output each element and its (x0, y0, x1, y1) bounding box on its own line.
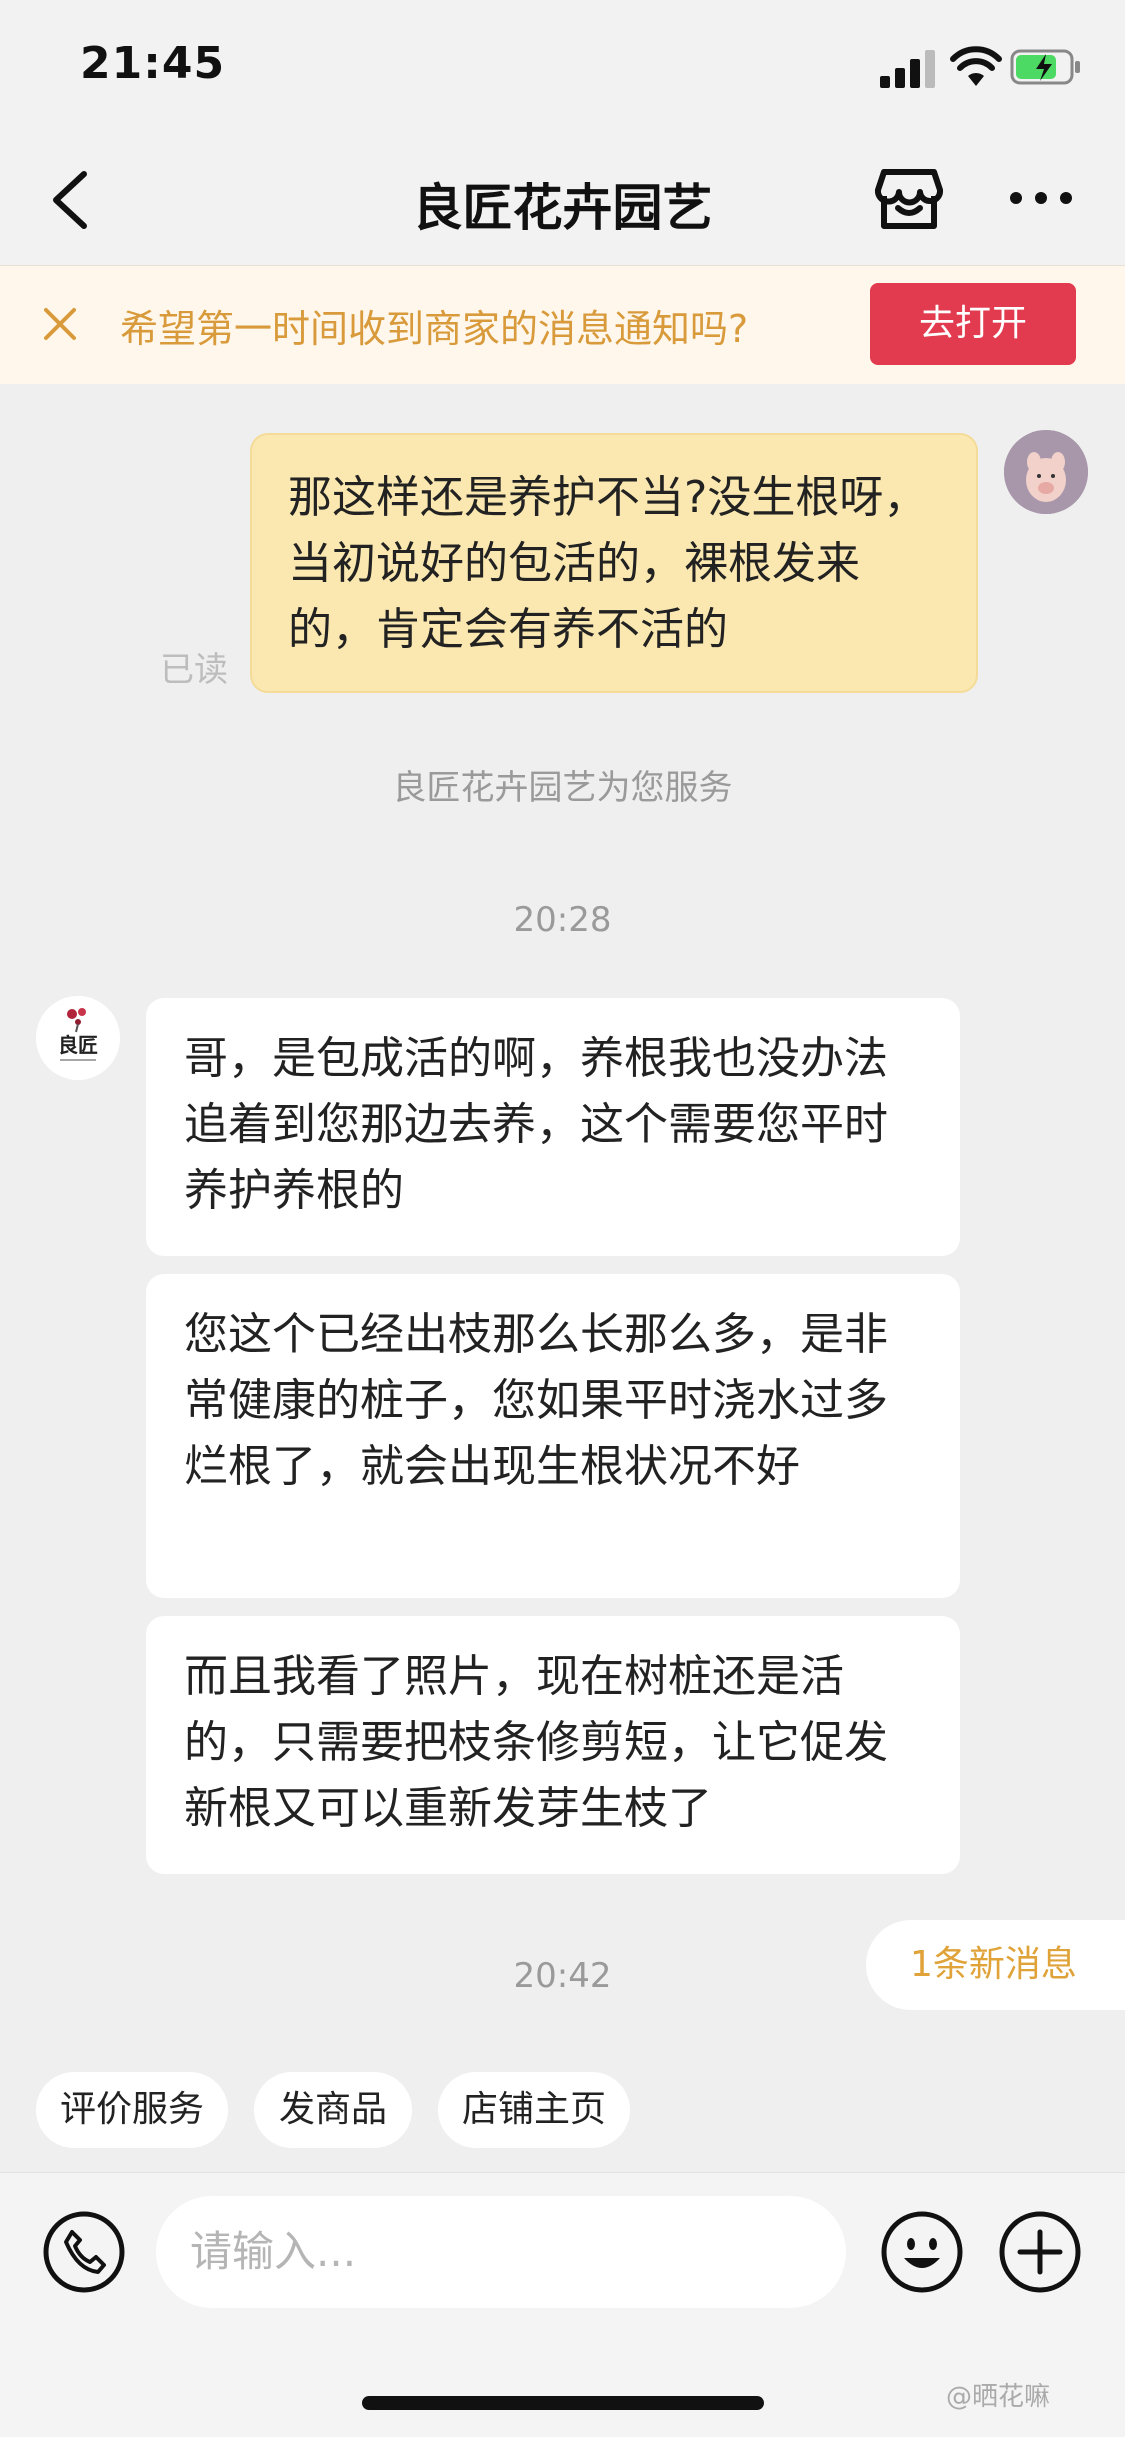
battery-icon (1010, 49, 1080, 85)
timestamp: 20:28 (513, 900, 612, 940)
page-title: 良匠花卉园艺 (412, 179, 713, 237)
emoji-icon[interactable] (880, 2210, 964, 2294)
svg-text:良匠: 良匠 (58, 1033, 98, 1057)
enable-notifications-button[interactable]: 去打开 (870, 283, 1076, 365)
read-receipt: 已读 (160, 650, 228, 690)
incoming-message[interactable]: 哥，是包成活的啊，养根我也没办法追着到您那边去养，这个需要您平时养护养根的 (146, 998, 960, 1256)
new-messages-pill[interactable]: 1条新消息 (866, 1920, 1125, 2010)
shop-avatar[interactable]: 良匠 (36, 996, 120, 1080)
store-homepage-chip[interactable]: 店铺主页 (438, 2072, 630, 2148)
message-input[interactable]: 请输入... (156, 2196, 846, 2308)
watermark: @晒花嘛 (946, 2382, 1051, 2412)
incoming-message[interactable]: 您这个已经出枝那么长那么多，是非常健康的桩子，您如果平时浇水过多烂根了，就会出现… (146, 1274, 960, 1598)
rate-service-chip[interactable]: 评价服务 (36, 2072, 228, 2148)
home-indicator[interactable] (362, 2396, 764, 2410)
close-icon[interactable] (40, 304, 80, 344)
status-time: 21:45 (80, 38, 226, 89)
incoming-message[interactable]: 而且我看了照片，现在树桩还是活的，只需要把枝条修剪短，让它促发新根又可以重新发芽… (146, 1616, 960, 1874)
outgoing-message[interactable]: 那这样还是养护不当?没生根呀，当初说好的包活的，裸根发来的，肯定会有养不活的 (250, 433, 978, 693)
store-icon[interactable] (874, 166, 944, 232)
phone-icon[interactable] (42, 2210, 126, 2294)
system-notice: 良匠花卉园艺为您服务 (392, 768, 733, 808)
plus-icon[interactable] (998, 2210, 1082, 2294)
more-icon[interactable] (1008, 188, 1074, 208)
user-avatar[interactable] (1004, 430, 1088, 514)
notification-prompt: 希望第一时间收到商家的消息通知吗? (120, 307, 749, 351)
signal-icon (880, 50, 935, 88)
wifi-icon (950, 46, 1002, 86)
send-product-chip[interactable]: 发商品 (254, 2072, 412, 2148)
